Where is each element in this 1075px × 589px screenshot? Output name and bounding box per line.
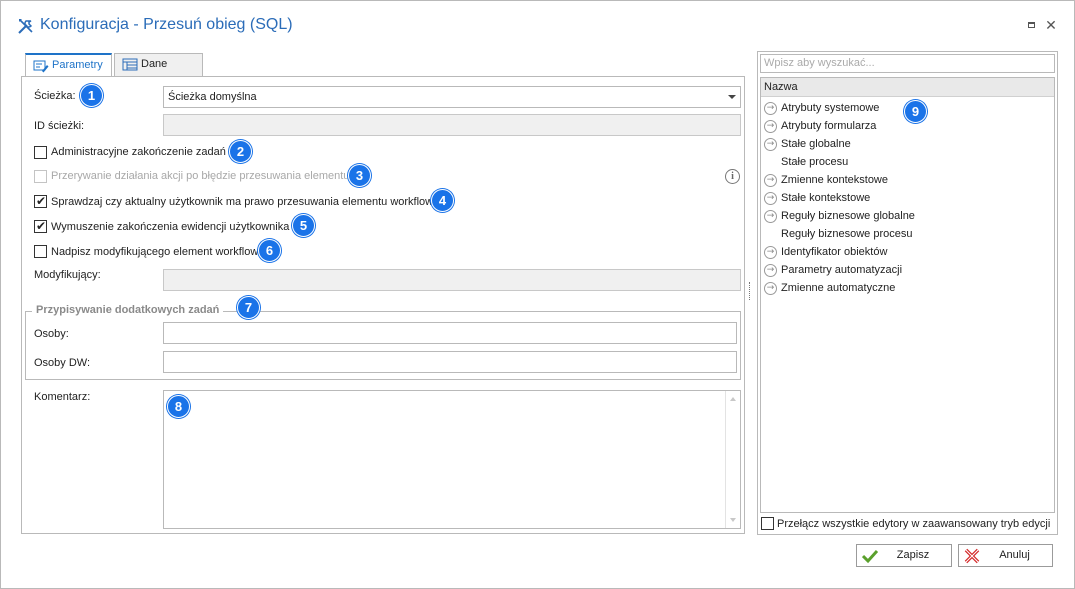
expand-arrow-icon[interactable]: → (764, 120, 777, 133)
expand-arrow-icon[interactable]: → (764, 102, 777, 115)
comment-textarea[interactable] (163, 390, 741, 529)
persons-dw-field[interactable] (163, 351, 737, 373)
tab-parametry[interactable]: Parametry (25, 53, 112, 78)
variables-tree: Nazwa → Atrybuty systemowe → Atrybuty fo… (760, 77, 1055, 513)
edit-form-icon (33, 60, 49, 73)
tree-item[interactable]: Parametry automatyzacji (781, 261, 902, 279)
scroll-down-icon[interactable] (730, 518, 736, 522)
tree-item[interactable]: Stałe kontekstowe (781, 189, 870, 207)
expand-arrow-icon[interactable]: → (764, 282, 777, 295)
badge-2: 2 (229, 140, 252, 163)
tab-dane[interactable]: Dane (114, 53, 203, 77)
badge-1: 1 (80, 84, 103, 107)
path-select[interactable]: Ścieżka domyślna (163, 86, 741, 108)
maximize-button[interactable] (1025, 18, 1039, 32)
title-bar: Konfiguracja - Przesuń obieg (SQL) ✕ (1, 1, 1074, 49)
cancel-button[interactable]: Anuluj (958, 544, 1053, 567)
badge-9: 9 (904, 100, 927, 123)
close-icon: ✕ (1045, 17, 1057, 33)
path-id-label: ID ścieżki: (34, 120, 85, 132)
tree-item[interactable]: Identyfikator obiektów (781, 243, 887, 261)
close-button[interactable]: ✕ (1044, 18, 1058, 32)
cancel-label: Anuluj (999, 549, 1030, 561)
expand-arrow-icon[interactable]: → (764, 192, 777, 205)
panel-splitter[interactable] (749, 282, 751, 300)
check-permission-checkbox[interactable]: ✔ (34, 194, 47, 208)
save-label: Zapisz (896, 549, 930, 561)
badge-3: 3 (348, 164, 371, 187)
expand-arrow-icon[interactable]: → (764, 138, 777, 151)
path-id-field[interactable] (163, 114, 741, 136)
tree-item[interactable]: Zmienne kontekstowe (781, 171, 888, 189)
expand-arrow-icon[interactable]: → (764, 174, 777, 187)
badge-5: 5 (292, 214, 315, 237)
admin-completion-checkbox[interactable] (34, 146, 47, 159)
check-icon: ✔ (36, 194, 47, 208)
data-table-icon (122, 58, 138, 71)
comment-label: Komentarz: (34, 391, 91, 403)
tree-item[interactable]: Stałe globalne (781, 135, 851, 153)
badge-8: 8 (167, 395, 190, 418)
maximize-icon (1028, 22, 1035, 28)
save-button[interactable]: Zapisz (856, 544, 952, 567)
check-icon: ✔ (36, 219, 47, 233)
dialog-window: Konfiguracja - Przesuń obieg (SQL) ✕ Par… (0, 0, 1075, 589)
comment-scrollbar[interactable] (725, 391, 740, 528)
tab-label: Parametry (52, 59, 103, 71)
expand-arrow-icon[interactable]: → (764, 210, 777, 223)
tree-item[interactable]: Stałe procesu (781, 153, 848, 171)
override-modifier-checkbox[interactable] (34, 245, 47, 258)
persons-field[interactable] (163, 322, 737, 344)
advanced-mode-label: Przełącz wszystkie edytory w zaawansowan… (777, 518, 1051, 530)
chevron-down-icon (728, 95, 736, 99)
group-title: Przypisywanie dodatkowych zadań (32, 304, 224, 316)
badge-7: 7 (237, 296, 260, 319)
tree-item[interactable]: Atrybuty formularza (781, 117, 876, 135)
expand-arrow-icon[interactable]: → (764, 246, 777, 259)
persons-label: Osoby: (34, 328, 69, 340)
path-select-value: Ścieżka domyślna (168, 91, 257, 103)
tree-column-header[interactable]: Nazwa (761, 78, 1054, 97)
tree-item[interactable]: Atrybuty systemowe (781, 99, 879, 117)
info-icon[interactable]: i (725, 169, 740, 184)
tree-item[interactable]: Zmienne automatyczne (781, 279, 895, 297)
window-title: Konfiguracja - Przesuń obieg (SQL) (40, 16, 293, 33)
force-end-registration-label: Wymuszenie zakończenia ewidencji użytkow… (51, 221, 290, 233)
modifier-field[interactable] (163, 269, 741, 291)
tree-item[interactable]: Reguły biznesowe globalne (781, 207, 915, 225)
check-permission-label: Sprawdzaj czy aktualny użytkownik ma pra… (51, 196, 434, 208)
interrupt-on-error-checkbox[interactable] (34, 170, 47, 183)
override-modifier-label: Nadpisz modyfikującego element workflow (51, 246, 259, 258)
tools-icon (16, 16, 36, 36)
search-input[interactable]: Wpisz aby wyszukać... (760, 54, 1055, 73)
modifier-label: Modyfikujący: (34, 269, 101, 281)
badge-6: 6 (258, 239, 281, 262)
path-label: Ścieżka: (34, 90, 76, 102)
persons-dw-label: Osoby DW: (34, 357, 91, 369)
admin-completion-label: Administracyjne zakończenie zadań (51, 146, 226, 158)
badge-4: 4 (431, 189, 454, 212)
tab-label: Dane (141, 58, 168, 70)
scroll-up-icon[interactable] (730, 397, 736, 401)
expand-arrow-icon[interactable]: → (764, 264, 777, 277)
tree-item[interactable]: Reguły biznesowe procesu (781, 225, 912, 243)
force-end-registration-checkbox[interactable]: ✔ (34, 219, 47, 233)
interrupt-on-error-label: Przerywanie działania akcji po błędzie p… (51, 170, 350, 182)
advanced-mode-checkbox[interactable] (761, 517, 774, 530)
